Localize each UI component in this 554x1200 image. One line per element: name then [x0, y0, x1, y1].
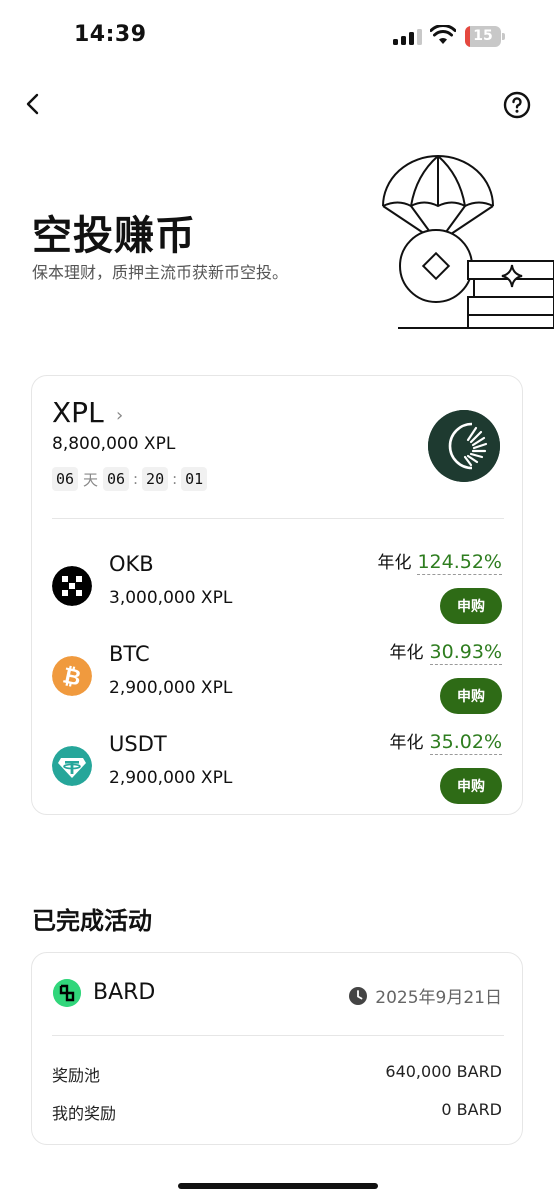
my-reward-label: 我的奖励 — [52, 1104, 117, 1123]
divider — [52, 518, 504, 519]
pool-row-usdt: USDT 2,900,000 XPL 年化 35.02% 申购 — [32, 728, 522, 808]
parachute-airdrop-illustration — [382, 155, 554, 329]
completed-section-title: 已完成活动 — [32, 907, 152, 935]
bard-icon — [53, 979, 81, 1007]
clock-icon — [349, 986, 368, 1005]
apr-label: 年化 — [389, 733, 424, 753]
countdown-seconds: 01 — [181, 467, 208, 491]
subscribe-button-okb[interactable]: 申购 — [440, 588, 502, 624]
coin-reward-amount: 2,900,000 XPL — [109, 768, 233, 788]
back-arrow-icon[interactable] — [18, 88, 50, 120]
coin-reward-amount: 2,900,000 XPL — [109, 678, 233, 698]
help-icon[interactable] — [503, 91, 531, 119]
status-bar: 14:39 15 — [0, 0, 554, 72]
completed-date-text: 2025年9月21日 — [375, 988, 502, 1008]
home-indicator[interactable] — [178, 1183, 378, 1189]
apr: 年化 124.52% — [377, 548, 502, 575]
countdown-day-unit: 天 — [83, 470, 99, 489]
btc-icon: ₿ — [52, 656, 92, 696]
project-name[interactable]: XPL — [52, 396, 104, 429]
usdt-icon — [52, 746, 92, 786]
apr: 年化 35.02% — [390, 728, 502, 755]
countdown-hours: 06 — [103, 467, 130, 491]
countdown-minutes: 20 — [142, 467, 169, 491]
apr-value[interactable]: 35.02% — [429, 731, 502, 755]
status-time: 14:39 — [74, 22, 147, 47]
page-subtitle: 保本理财，质押主流币获新币空投。 — [32, 263, 289, 282]
completed-activity-card[interactable]: BARD 2025年9月21日 奖励池 640,000 BARD 我的奖励 0 … — [31, 952, 523, 1145]
coin-name: BTC — [109, 642, 150, 666]
battery-icon: 15 — [465, 26, 505, 47]
reward-pool-value: 640,000 BARD — [385, 1062, 502, 1081]
chevron-right-icon[interactable]: › — [116, 405, 123, 426]
signal-icon — [393, 29, 422, 45]
my-reward-value: 0 BARD — [441, 1100, 502, 1119]
page-title: 空投赚币 — [32, 213, 196, 259]
coin-name: USDT — [109, 732, 167, 756]
completed-coin-name: BARD — [93, 980, 156, 1005]
apr-label: 年化 — [389, 643, 424, 663]
completed-date: 2025年9月21日 — [349, 983, 502, 1008]
wifi-icon — [430, 25, 456, 44]
countdown-days: 06 — [52, 467, 78, 491]
apr-value[interactable]: 30.93% — [429, 641, 502, 665]
countdown-separator: : — [133, 470, 139, 488]
airdrop-project-card: XPL › 8,800,000 XPL 06 天 06 : 20 : 01 OK… — [31, 375, 523, 815]
xpl-logo-icon — [428, 410, 500, 482]
apr-label: 年化 — [377, 553, 412, 573]
coin-name: OKB — [109, 552, 154, 576]
subscribe-button-usdt[interactable]: 申购 — [440, 768, 502, 804]
pool-row-btc: ₿ BTC 2,900,000 XPL 年化 30.93% 申购 — [32, 638, 522, 718]
battery-level: 15 — [473, 28, 493, 44]
reward-pool-label: 奖励池 — [52, 1066, 101, 1085]
project-total-reward: 8,800,000 XPL — [52, 434, 176, 454]
apr-value[interactable]: 124.52% — [417, 551, 502, 575]
apr: 年化 30.93% — [390, 638, 502, 665]
countdown-separator: : — [172, 470, 178, 488]
okb-icon — [52, 566, 92, 606]
divider — [52, 1035, 504, 1036]
subscribe-button-btc[interactable]: 申购 — [440, 678, 502, 714]
countdown-timer: 06 天 06 : 20 : 01 — [52, 467, 208, 491]
coin-reward-amount: 3,000,000 XPL — [109, 588, 233, 608]
pool-row-okb: OKB 3,000,000 XPL 年化 124.52% 申购 — [32, 548, 522, 628]
